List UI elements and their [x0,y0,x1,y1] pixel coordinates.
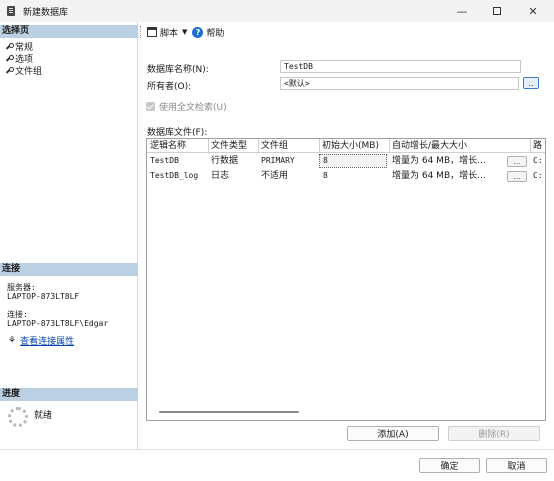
database-app-icon [7,6,15,16]
view-connection-properties-link[interactable]: 查看连接属性 [20,334,74,347]
cancel-button[interactable]: 取消 [486,458,547,473]
owner-label: 所有者(O): [147,82,192,92]
view-connection-properties[interactable]: ⚘ 查看连接属性 [8,334,74,348]
path-cell[interactable]: C: [530,154,545,168]
connection-label: 连接: [7,310,28,319]
properties-icon: ⚘ [8,335,17,346]
page-item-options[interactable]: 选项 [5,53,33,65]
help-icon[interactable]: ? [192,26,204,38]
autogrowth-browse-button[interactable]: ... [507,156,527,167]
filegroup-cell[interactable]: PRIMARY [258,154,319,168]
wrench-icon [5,67,14,74]
logical-name-cell[interactable]: TestDB_log [147,169,208,183]
script-dropdown-chevron-icon[interactable]: ▼ [182,28,187,36]
column-header[interactable]: 文件类型 [208,139,258,153]
toolbar-grip [140,26,142,38]
db-files-grid[interactable]: 逻辑名称 文件类型 文件组 初始大小(MB) 自动增长/最大大小 路 TestD… [146,138,546,421]
fulltext-option[interactable]: 使用全文检索(U) [146,100,227,113]
remove-file-button[interactable]: 删除(R) [448,426,540,441]
owner-browse-button[interactable]: .. [523,77,539,89]
server-value: LAPTOP-873LT8LF [7,292,80,301]
file-type-cell[interactable]: 日志 [208,169,258,183]
page-item-general[interactable]: 常规 [5,41,33,53]
column-header[interactable]: 文件组 [258,139,319,153]
column-header[interactable]: 逻辑名称 [147,139,208,153]
filegroup-cell[interactable]: 不适用 [258,169,319,183]
ok-button[interactable]: 确定 [419,458,480,473]
path-cell[interactable]: C: [530,169,545,183]
minimize-button[interactable]: — [445,0,479,22]
progress-spinner-icon [8,407,28,427]
window-title: 新建数据库 [23,7,69,18]
maximize-button[interactable] [480,0,514,22]
close-icon: ✕ [528,4,538,18]
owner-input[interactable]: <默认> [280,77,519,90]
add-file-button[interactable]: 添加(A) [347,426,439,441]
connection-value: LAPTOP-873LT8LF\Edgar [7,319,109,328]
title-bar: 新建数据库 — ✕ [0,0,554,22]
help-button[interactable]: 帮助 [206,26,224,39]
column-header[interactable]: 初始大小(MB) [319,139,389,153]
progress-header: 进度 [0,388,138,401]
fulltext-label: 使用全文检索(U) [159,103,227,113]
column-header[interactable]: 路 [530,139,545,153]
main-panel: 脚本 ▼ ? 帮助 数据库名称(N): TestDB 所有者(O): <默认> … [139,22,554,449]
autogrowth-cell[interactable]: 增量为 64 MB，增长... [389,154,505,168]
initial-size-cell[interactable]: 8 [320,154,386,168]
table-row[interactable]: TestDB 行数据 PRIMARY 8 增量为 64 MB，增长... ...… [147,154,545,169]
select-page-header: 选择页 [0,25,138,38]
table-row[interactable]: TestDB_log 日志 不适用 8 增量为 64 MB，增长... ... … [147,169,545,184]
db-files-label: 数据库文件(F): [147,128,208,138]
wrench-icon [5,55,14,62]
grid-header: 逻辑名称 文件类型 文件组 初始大小(MB) 自动增长/最大大小 路 [147,139,545,153]
wrench-icon [5,43,14,50]
minimize-icon: — [456,4,468,18]
toolbar: 脚本 ▼ ? 帮助 [139,22,554,42]
dialog-footer: 确定 取消 [0,449,554,481]
autogrowth-cell[interactable]: 增量为 64 MB，增长... [389,169,505,183]
page-item-filegroups[interactable]: 文件组 [5,65,43,77]
logical-name-cell[interactable]: TestDB [147,154,208,168]
close-button[interactable]: ✕ [516,0,550,22]
fulltext-checkbox[interactable] [146,102,155,111]
initial-size-cell[interactable]: 8 [320,169,386,183]
db-name-label: 数据库名称(N): [147,65,209,75]
left-panel: 选择页 常规 选项 文件组 连接 服务器: LAPTOP-873LT8LF 连接… [0,22,138,449]
autogrowth-browse-button[interactable]: ... [507,171,527,182]
maximize-icon [493,7,501,15]
script-button[interactable]: 脚本 [160,26,178,39]
connection-header: 连接 [0,263,138,276]
file-type-cell[interactable]: 行数据 [208,154,258,168]
script-icon[interactable] [147,27,157,37]
server-label: 服务器: [7,283,36,292]
progress-status: 就绪 [34,411,53,421]
db-name-input[interactable]: TestDB [280,60,521,73]
horizontal-scrollbar[interactable] [159,411,299,413]
page-item-label: 文件组 [15,67,43,77]
column-header[interactable]: 自动增长/最大大小 [389,139,530,153]
